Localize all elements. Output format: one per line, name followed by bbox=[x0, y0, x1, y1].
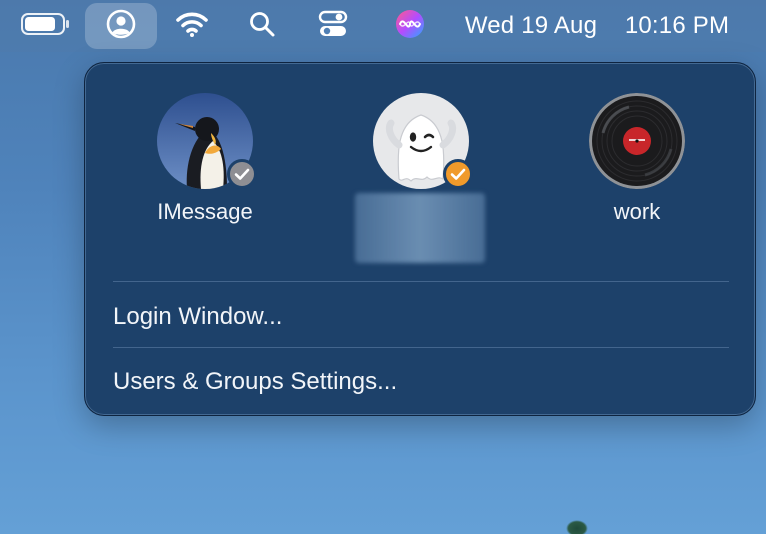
search-icon bbox=[248, 10, 276, 43]
control-center-icon bbox=[318, 10, 348, 43]
login-window-menu-item[interactable]: Login Window... bbox=[113, 295, 729, 339]
menu-bar: Wed 19 Aug 10:16 PM bbox=[0, 0, 766, 52]
user-account-imessage[interactable]: IMessage bbox=[115, 91, 295, 271]
user-name-label: IMessage bbox=[157, 199, 253, 224]
siri-button[interactable] bbox=[388, 0, 432, 52]
fast-user-switching-button[interactable] bbox=[85, 0, 157, 52]
gray-checkmark-icon bbox=[227, 159, 257, 189]
wifi-button[interactable] bbox=[170, 0, 214, 52]
user-circle-icon bbox=[106, 9, 136, 44]
orange-checkmark-icon bbox=[443, 159, 473, 189]
wifi-icon bbox=[175, 10, 209, 43]
vinyl-record-avatar bbox=[589, 93, 685, 189]
spotlight-button[interactable] bbox=[240, 0, 284, 52]
battery-icon bbox=[20, 11, 72, 42]
user-account-current[interactable] bbox=[331, 91, 511, 271]
control-center-button[interactable] bbox=[308, 0, 358, 52]
menu-divider bbox=[113, 281, 729, 282]
user-name-label: work bbox=[613, 199, 661, 224]
wallpaper-plant bbox=[566, 520, 588, 534]
menubar-date[interactable]: Wed 19 Aug bbox=[450, 0, 612, 52]
user-account-work[interactable]: work bbox=[547, 91, 727, 271]
battery-status[interactable] bbox=[18, 0, 74, 52]
menubar-time[interactable]: 10:16 PM bbox=[612, 0, 742, 52]
users-groups-settings-menu-item[interactable]: Users & Groups Settings... bbox=[113, 360, 729, 404]
menu-divider bbox=[113, 347, 729, 348]
obscured-user-name bbox=[355, 193, 485, 263]
user-switcher-popover: IMessage work Login Window... Users & Gr… bbox=[84, 62, 756, 416]
siri-icon bbox=[395, 9, 425, 44]
